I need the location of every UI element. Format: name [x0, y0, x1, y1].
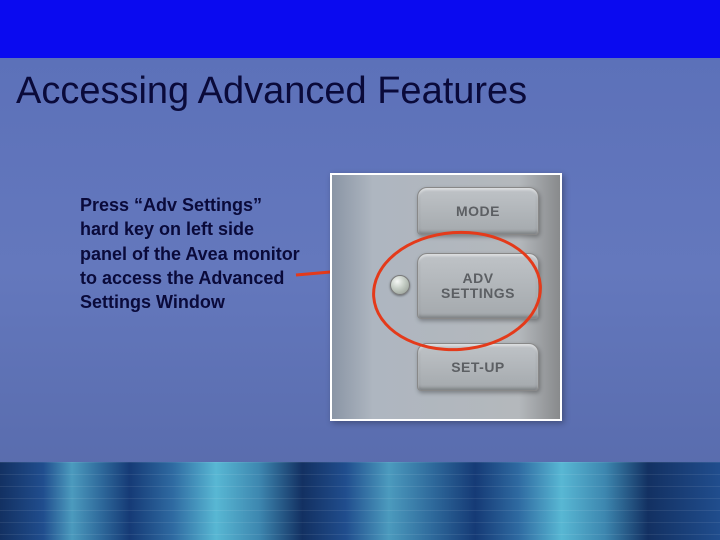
adv-button-label-line1: ADV [462, 271, 493, 286]
device-photo: MODE ADV SETTINGS SET-UP [330, 173, 562, 421]
slide-title: Accessing Advanced Features [0, 58, 720, 113]
mode-button: MODE [417, 187, 539, 235]
adv-settings-button: ADV SETTINGS [417, 253, 539, 319]
footer-decoration-overlay [0, 462, 720, 540]
top-bar [0, 0, 720, 58]
setup-button: SET-UP [417, 343, 539, 391]
content-area: Press “Adv Settings” hard key on left si… [0, 113, 720, 421]
instruction-text: Press “Adv Settings” hard key on left si… [80, 173, 300, 314]
setup-button-label: SET-UP [451, 360, 505, 375]
indicator-led [390, 275, 410, 295]
adv-button-label-line2: SETTINGS [441, 286, 515, 301]
mode-button-label: MODE [456, 204, 500, 219]
